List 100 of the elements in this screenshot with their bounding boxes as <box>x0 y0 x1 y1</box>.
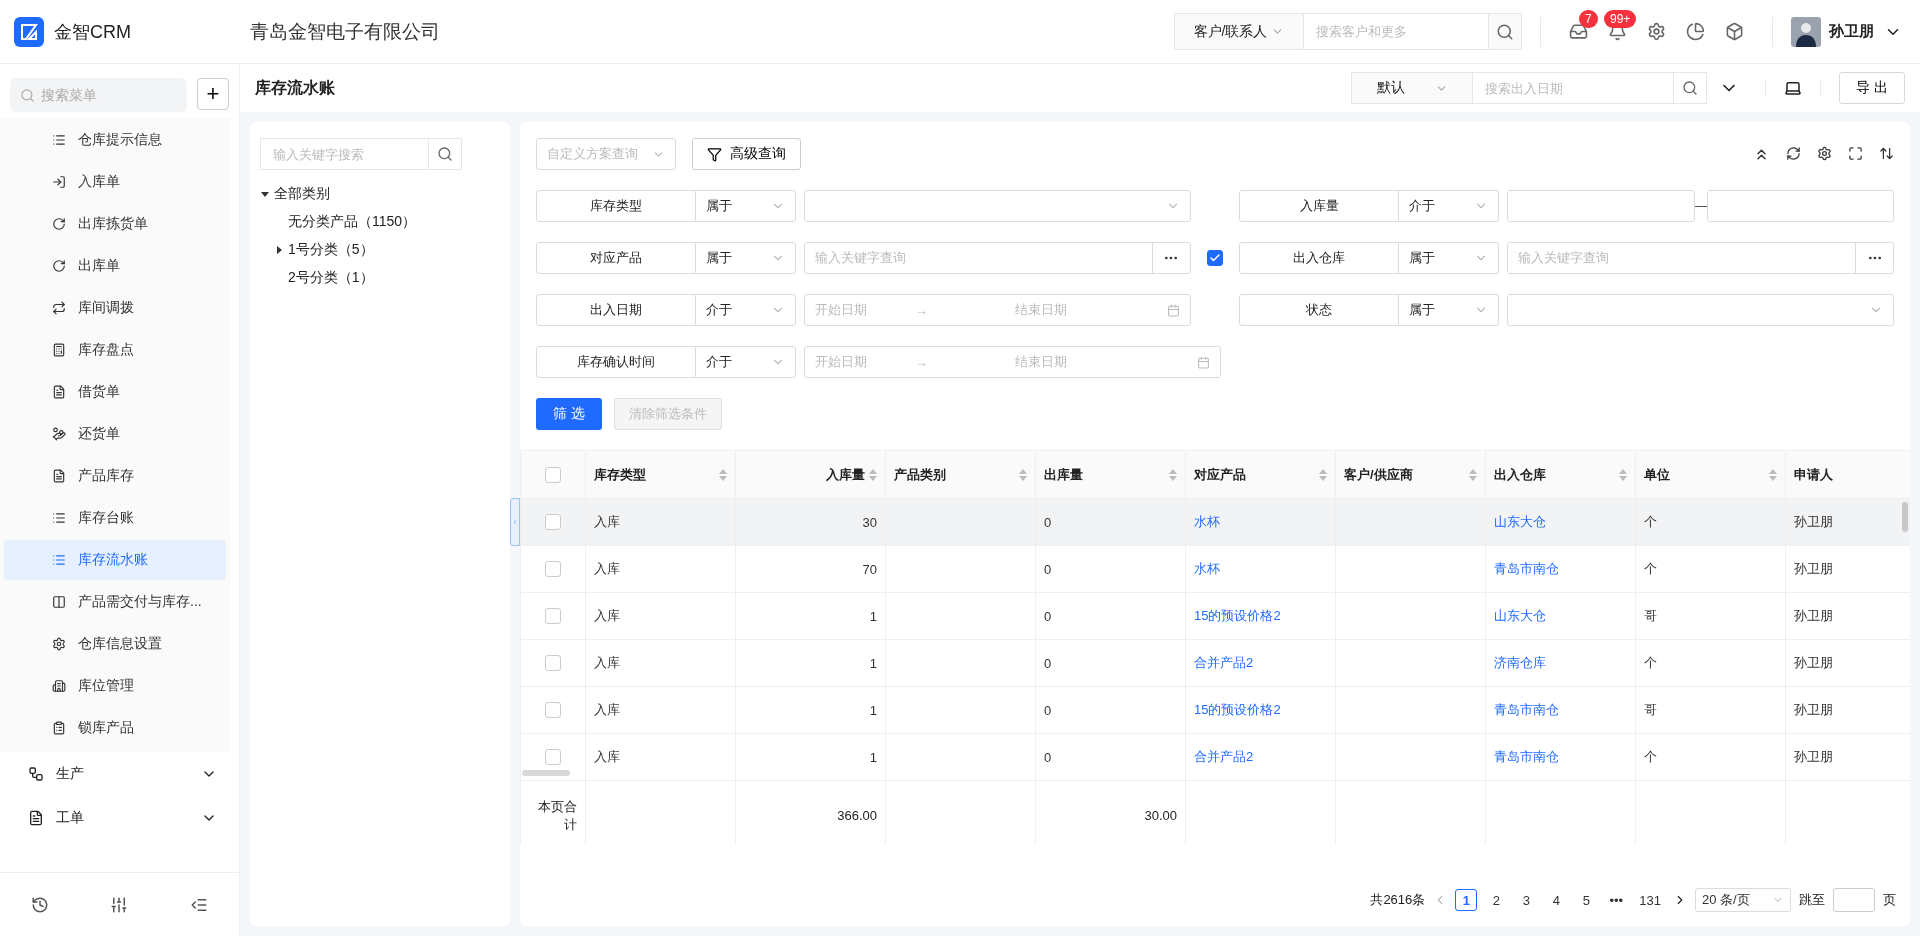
page-number-field[interactable] <box>1833 888 1875 912</box>
table-link[interactable]: 青岛市南仓 <box>1485 545 1636 593</box>
table-link[interactable]: 山东大仓 <box>1485 498 1636 546</box>
column-header[interactable]: 出入仓库 <box>1485 450 1636 499</box>
column-header[interactable]: 单位 <box>1635 450 1786 499</box>
menu-item[interactable]: 产品库存 <box>4 456 226 496</box>
menu-item[interactable]: 产品需交付与库存... <box>4 582 226 622</box>
sort-icon[interactable] <box>869 468 877 481</box>
table-link[interactable]: 合并产品2 <box>1185 733 1336 781</box>
box-icon[interactable] <box>1725 22 1744 41</box>
date-search-field[interactable]: 搜索出入日期 <box>1473 72 1673 104</box>
table-row[interactable]: 入库 1 0 合并产品2 青岛市南仓 个 孙卫朋 <box>520 733 1910 781</box>
add-button[interactable]: + <box>197 78 229 110</box>
inbox-icon[interactable] <box>1569 22 1588 41</box>
tree-node[interactable]: 全部类别 <box>274 185 330 203</box>
sort-icon[interactable] <box>1169 468 1177 481</box>
avatar[interactable] <box>1791 16 1821 47</box>
tree-node[interactable]: 无分类产品（1150） <box>288 213 417 231</box>
sort-icon[interactable] <box>1469 468 1477 481</box>
operator-select[interactable]: 介于 <box>696 346 796 378</box>
table-link[interactable]: 青岛市南仓 <box>1485 686 1636 734</box>
operator-select[interactable]: 属于 <box>1399 242 1500 274</box>
tree-node[interactable]: 1号分类（5） <box>288 241 374 259</box>
refresh-icon[interactable] <box>1786 145 1801 161</box>
table-link[interactable]: 15的预设价格2 <box>1185 592 1336 640</box>
sort-icon[interactable] <box>1769 468 1777 481</box>
sort-icon[interactable] <box>1019 468 1027 481</box>
table-row[interactable]: 入库 1 0 15的预设价格2 青岛市南仓 哥 孙卫朋 <box>520 686 1910 734</box>
table-row[interactable]: 入库 1 0 合并产品2 济南仓库 个 孙卫朋 <box>520 639 1910 687</box>
view-select[interactable]: 默认 <box>1351 72 1473 104</box>
menu-item[interactable]: 库存台账 <box>4 498 226 538</box>
table-row[interactable]: 入库 70 0 水杯 青岛市南仓 个 孙卫朋 <box>520 545 1910 593</box>
menu-item[interactable]: 入库单 <box>4 162 226 202</box>
table-link[interactable]: 水杯 <box>1185 545 1336 593</box>
user-name[interactable]: 孙卫朋 <box>1829 22 1874 41</box>
menu-item[interactable]: 还货单 <box>4 414 226 454</box>
menu-search-field[interactable]: 搜索菜单 <box>39 86 159 104</box>
checkbox[interactable] <box>545 514 561 530</box>
scope-select[interactable]: 客户/联系人 <box>1174 13 1304 50</box>
page-button[interactable]: ••• <box>1605 889 1628 911</box>
page-button[interactable]: 2 <box>1485 889 1508 911</box>
advanced-query-button[interactable]: 高级查询 <box>692 138 801 170</box>
checkbox[interactable] <box>545 655 561 671</box>
sort-icon[interactable] <box>719 468 727 481</box>
column-header[interactable]: 客户/供应商 <box>1335 450 1486 499</box>
page-button[interactable]: 131 <box>1635 889 1665 911</box>
menu-item[interactable]: 出库拣货单 <box>4 204 226 244</box>
tree-search-field[interactable]: 输入关键字搜索 <box>260 138 428 170</box>
menu-item[interactable]: 库存流水账 <box>4 540 226 580</box>
tree-node[interactable]: 2号分类（1） <box>288 269 374 287</box>
sliders-icon[interactable] <box>110 895 129 914</box>
checkbox[interactable] <box>545 749 561 765</box>
caret-right-icon[interactable] <box>274 245 284 255</box>
sort-icon[interactable] <box>1619 468 1627 481</box>
filter-button[interactable]: 筛 选 <box>536 398 602 430</box>
menu-item[interactable]: 出库单 <box>4 246 226 286</box>
page-button[interactable]: 4 <box>1545 889 1568 911</box>
arrow-up-down-icon[interactable] <box>1879 145 1894 161</box>
menu-item[interactable]: 库位管理 <box>4 666 226 706</box>
operator-select[interactable]: 介于 <box>696 294 796 326</box>
fullscreen-icon[interactable] <box>1848 145 1863 161</box>
settings-icon[interactable] <box>1647 22 1666 41</box>
settings-icon[interactable] <box>1817 145 1832 161</box>
menu-item[interactable]: 锁库产品 <box>4 708 226 748</box>
column-header[interactable]: 产品类别 <box>885 450 1036 499</box>
laptop-icon[interactable] <box>1784 79 1802 97</box>
operator-select[interactable]: 属于 <box>696 190 796 222</box>
column-header[interactable]: 申请人 <box>1785 450 1910 499</box>
table-link[interactable]: 山东大仓 <box>1485 592 1636 640</box>
column-header[interactable]: 入库量 <box>735 450 886 499</box>
page-size-select[interactable]: 20 条/页 <box>1695 888 1791 912</box>
column-header[interactable]: 库存类型 <box>585 450 736 499</box>
column-header[interactable]: 出库量 <box>1035 450 1186 499</box>
menu-item[interactable]: 仓库信息设置 <box>4 624 226 664</box>
page-button[interactable]: 5 <box>1575 889 1598 911</box>
checkbox[interactable] <box>545 561 561 577</box>
operator-select[interactable]: 属于 <box>1399 294 1500 326</box>
collapse-tab[interactable] <box>510 498 520 546</box>
table-link[interactable]: 水杯 <box>1185 498 1336 546</box>
table-row[interactable]: 入库 1 0 15的预设价格2 山东大仓 哥 孙卫朋 <box>520 592 1910 640</box>
pie-chart-icon[interactable] <box>1686 22 1705 41</box>
checkbox[interactable] <box>1207 250 1223 266</box>
menu-group[interactable]: 工单 <box>0 796 239 840</box>
menu-group[interactable]: 生产 <box>0 752 239 796</box>
caret-down-icon[interactable] <box>260 189 270 199</box>
page-button[interactable]: 1 <box>1455 889 1478 911</box>
table-link[interactable]: 15的预设价格2 <box>1185 686 1336 734</box>
select-field[interactable] <box>1507 294 1894 326</box>
vertical-scrollbar[interactable] <box>1902 502 1908 532</box>
menu-item[interactable]: 借货单 <box>4 372 226 412</box>
page-button[interactable]: 3 <box>1515 889 1538 911</box>
export-button[interactable]: 导 出 <box>1839 72 1905 104</box>
input-field[interactable] <box>1507 190 1695 222</box>
horizontal-scrollbar[interactable] <box>522 770 570 776</box>
table-row[interactable]: 入库 30 0 水杯 山东大仓 个 孙卫朋 <box>520 498 1910 546</box>
table-link[interactable]: 合并产品2 <box>1185 639 1336 687</box>
search-field[interactable]: 搜索客户和更多 <box>1304 13 1488 50</box>
checkbox[interactable] <box>545 466 561 483</box>
sort-icon[interactable] <box>1319 468 1327 481</box>
search-button[interactable] <box>1488 13 1522 50</box>
